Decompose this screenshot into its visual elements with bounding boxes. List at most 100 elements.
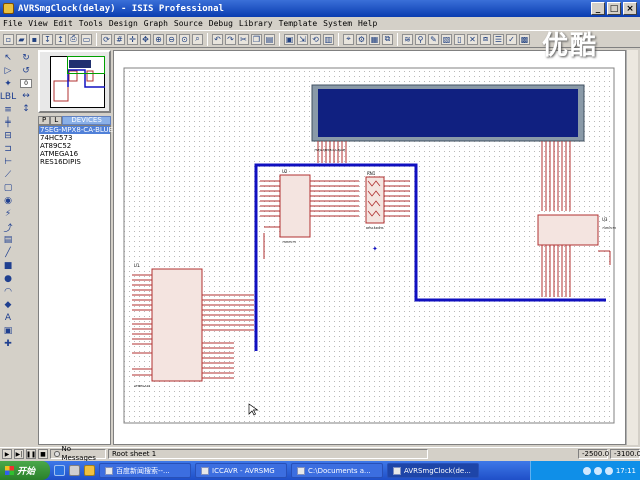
virtual-instrument-icon[interactable]: ▤ xyxy=(3,235,14,245)
pan-icon[interactable]: ✥ xyxy=(140,33,151,45)
show-desktop-icon[interactable] xyxy=(69,465,80,476)
device-item[interactable]: 7SEG-MPX8-CA-BLUE xyxy=(39,126,113,134)
zoom-all-icon[interactable]: ⊙ xyxy=(179,33,190,45)
save-file-icon[interactable]: ▪ xyxy=(29,33,40,45)
path-icon[interactable]: ◆ xyxy=(3,300,14,310)
library-manager-button[interactable]: L xyxy=(50,116,63,125)
wire-label-icon[interactable]: LBL xyxy=(0,92,16,102)
cut-icon[interactable]: ✂ xyxy=(238,33,249,45)
device-item[interactable]: AT89C52 xyxy=(39,142,110,150)
bom-icon[interactable]: ☰ xyxy=(493,33,504,45)
menu-source[interactable]: Source xyxy=(174,19,203,28)
generator-icon[interactable]: ◉ xyxy=(3,196,14,206)
grid-icon[interactable]: # xyxy=(114,33,125,45)
task-item[interactable]: AVRSmgClock(de... xyxy=(387,463,479,478)
ie-icon[interactable] xyxy=(54,465,65,476)
graph-icon[interactable]: ⟋ xyxy=(3,170,14,180)
menu-help[interactable]: Help xyxy=(358,19,377,28)
step-button[interactable]: ▶| xyxy=(14,449,24,459)
menu-design[interactable]: Design xyxy=(109,19,138,28)
paste-icon[interactable]: ▤ xyxy=(264,33,275,45)
block-copy-icon[interactable]: ▣ xyxy=(284,33,295,45)
remove-sheet-icon[interactable]: ✕ xyxy=(467,33,478,45)
arc-icon[interactable]: ◠ xyxy=(3,287,14,297)
tray-network-icon[interactable] xyxy=(582,466,591,475)
origin-icon[interactable]: ✛ xyxy=(127,33,138,45)
make-device-icon[interactable]: ⚙ xyxy=(356,33,367,45)
device-item[interactable]: 74HC573 xyxy=(39,134,110,142)
menu-system[interactable]: System xyxy=(323,19,352,28)
tape-recorder-icon[interactable]: ▢ xyxy=(3,183,14,193)
device-pin-icon[interactable]: ⊢ xyxy=(3,157,14,167)
stop-button[interactable]: ■ xyxy=(38,449,48,459)
menu-library[interactable]: Library xyxy=(239,19,273,28)
text-icon[interactable]: A xyxy=(3,313,14,323)
rotate-cw-icon[interactable]: ↻ xyxy=(21,53,32,63)
package-icon[interactable]: ▦ xyxy=(369,33,380,45)
marker-icon[interactable]: ✚ xyxy=(3,339,14,349)
menu-file[interactable]: File xyxy=(3,19,22,28)
menu-debug[interactable]: Debug xyxy=(209,19,233,28)
property-assign-icon[interactable]: ✎ xyxy=(428,33,439,45)
junction-dot-icon[interactable]: ✦ xyxy=(3,79,14,89)
undo-icon[interactable]: ↶ xyxy=(212,33,223,45)
netlist-icon[interactable]: ⧈ xyxy=(480,33,491,45)
vertical-scrollbar[interactable] xyxy=(626,50,638,445)
erc-icon[interactable]: ✓ xyxy=(506,33,517,45)
task-item[interactable]: 百度新闻搜索--... xyxy=(99,463,191,478)
zoom-out-icon[interactable]: ⊖ xyxy=(166,33,177,45)
subcircuit-icon[interactable]: ⊟ xyxy=(3,131,14,141)
component-mode-icon[interactable]: ▷ xyxy=(3,66,14,76)
menu-template[interactable]: Template xyxy=(279,19,318,28)
task-item[interactable]: C:\Documents a... xyxy=(291,463,383,478)
play-button[interactable]: ▶ xyxy=(2,449,12,459)
new-sheet-icon[interactable]: ▯ xyxy=(454,33,465,45)
selection-mode-icon[interactable]: ↖ xyxy=(3,53,14,63)
text-script-icon[interactable]: ≡ xyxy=(3,105,14,115)
open-file-icon[interactable]: ▰ xyxy=(16,33,27,45)
block-delete-icon[interactable]: ▥ xyxy=(323,33,334,45)
schematic-canvas[interactable]: 7SEG-MPX8-CA-BLUE U2 74HC573 RN1 RES16DI… xyxy=(113,50,626,445)
tray-volume-icon[interactable] xyxy=(593,466,602,475)
mirror-x-icon[interactable]: ↔ xyxy=(21,91,32,101)
messages-field[interactable]: No Messages xyxy=(50,445,106,462)
print-icon[interactable]: ⎙ xyxy=(68,33,79,45)
overview-window[interactable] xyxy=(38,50,111,113)
circle-icon[interactable]: ● xyxy=(3,274,14,284)
wire-autorouter-icon[interactable]: ≋ xyxy=(402,33,413,45)
print-area-icon[interactable]: ▭ xyxy=(81,33,92,45)
copy-icon[interactable]: ❐ xyxy=(251,33,262,45)
box-icon[interactable]: ■ xyxy=(3,261,14,271)
block-move-icon[interactable]: ⇲ xyxy=(297,33,308,45)
clock[interactable]: 17:11 xyxy=(616,467,636,475)
terminal-icon[interactable]: ⊐ xyxy=(3,144,14,154)
zoom-area-icon[interactable]: ⌕ xyxy=(192,33,203,45)
search-tag-icon[interactable]: ⚲ xyxy=(415,33,426,45)
mirror-y-icon[interactable]: ↕ xyxy=(21,104,32,114)
bus-icon[interactable]: ╪ xyxy=(3,118,14,128)
task-item[interactable]: ICCAVR - AVRSMG xyxy=(195,463,287,478)
redraw-icon[interactable]: ⟳ xyxy=(101,33,112,45)
pause-button[interactable]: ❚❚ xyxy=(26,449,36,459)
explorer-icon[interactable] xyxy=(84,465,95,476)
close-button[interactable]: × xyxy=(623,2,637,15)
design-explorer-icon[interactable]: ▧ xyxy=(441,33,452,45)
redo-icon[interactable]: ↷ xyxy=(225,33,236,45)
start-button[interactable]: 开始 xyxy=(0,461,50,480)
decompose-icon[interactable]: ⧉ xyxy=(382,33,393,45)
voltage-probe-icon[interactable]: ⚡ xyxy=(3,209,14,219)
rotate-ccw-icon[interactable]: ↺ xyxy=(21,66,32,76)
pick-device-icon[interactable]: ⌖ xyxy=(343,33,354,45)
zoom-in-icon[interactable]: ⊕ xyxy=(153,33,164,45)
symbol-icon[interactable]: ▣ xyxy=(3,326,14,336)
current-probe-icon[interactable]: ⤴ xyxy=(3,222,14,234)
import-icon[interactable]: ↧ xyxy=(42,33,53,45)
block-rotate-icon[interactable]: ⟲ xyxy=(310,33,321,45)
minimize-button[interactable]: _ xyxy=(591,2,605,15)
menu-view[interactable]: View xyxy=(28,19,47,28)
export-icon[interactable]: ↥ xyxy=(55,33,66,45)
device-item[interactable]: RES16DIPIS xyxy=(39,158,110,166)
rotation-field[interactable]: 0 xyxy=(20,79,32,88)
line-icon[interactable]: ╱ xyxy=(3,248,14,258)
overview-viewport[interactable] xyxy=(67,56,105,74)
